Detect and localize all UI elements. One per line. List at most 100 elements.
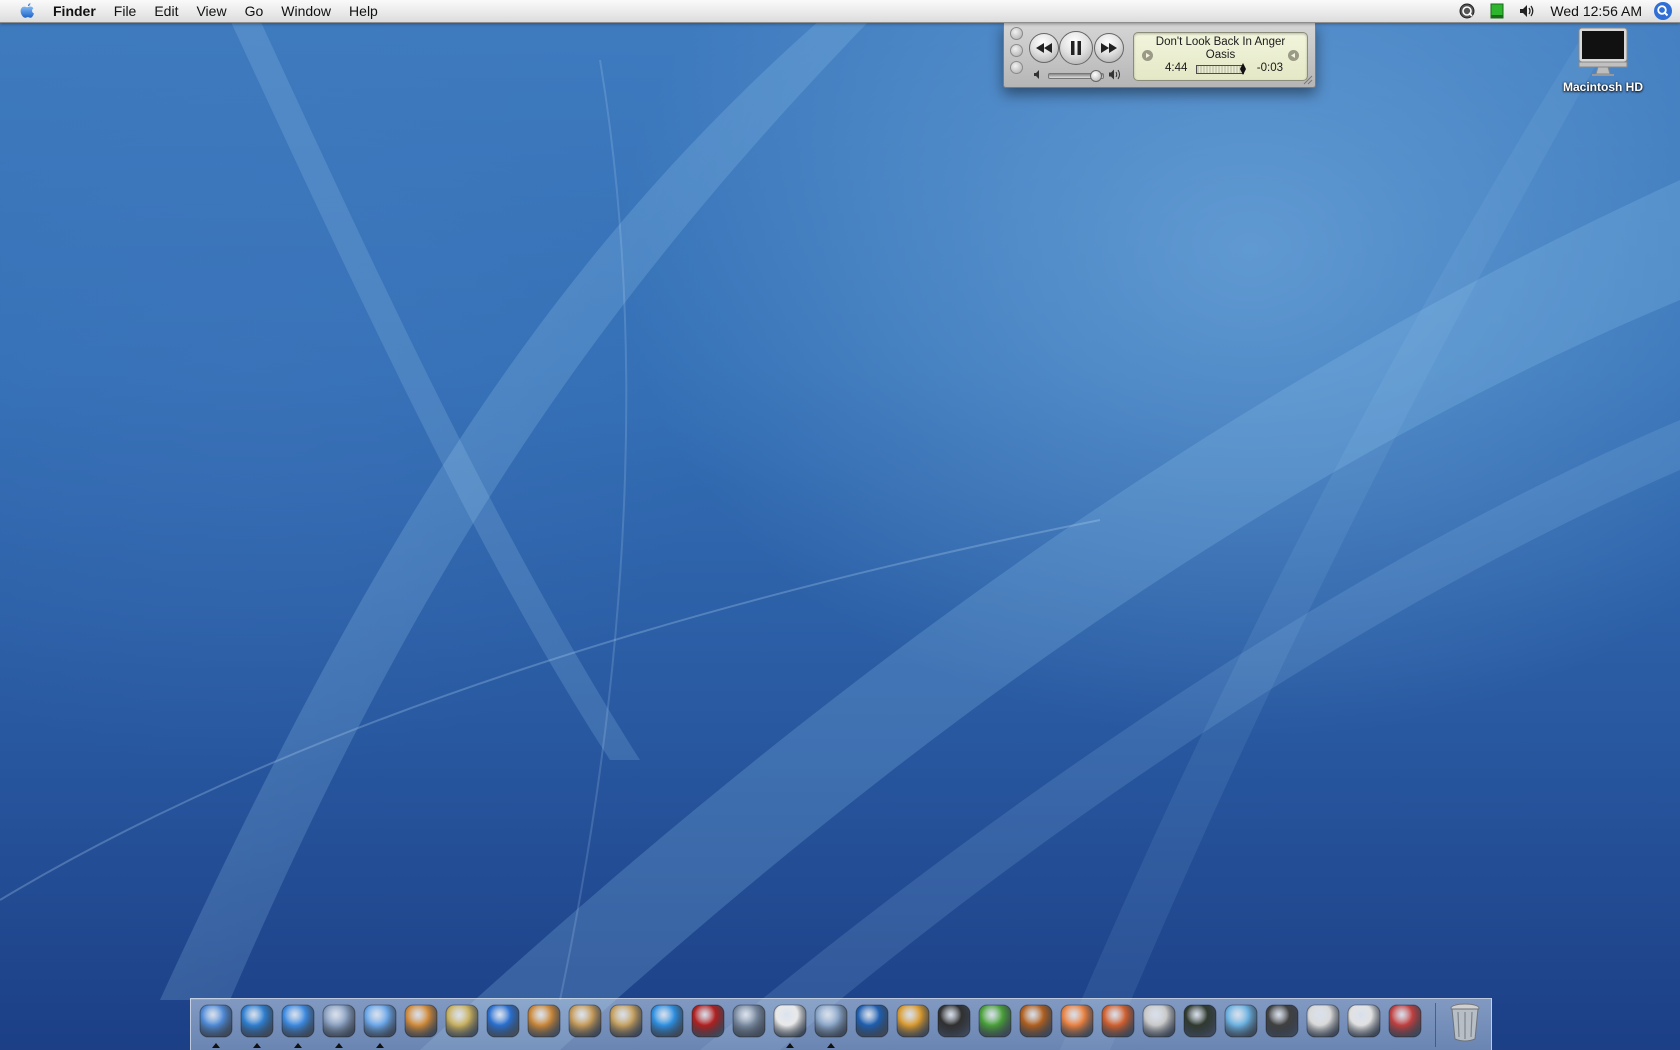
close-button[interactable]: [1010, 27, 1023, 40]
preview-icon: [814, 1004, 847, 1038]
safari-icon: [240, 1004, 273, 1038]
dock-activity-monitor[interactable]: [1179, 1002, 1220, 1048]
dock-utility-app[interactable]: [1384, 1002, 1425, 1048]
track-artist: Oasis: [1205, 49, 1236, 61]
activity-monitor-icon: [1183, 1004, 1216, 1038]
mail-icon: [322, 1004, 355, 1038]
track-title: Don't Look Back In Anger: [1155, 36, 1286, 48]
remaining-time: -0:03: [1256, 62, 1283, 74]
menu-view[interactable]: View: [187, 0, 235, 22]
address-book-icon: [609, 1004, 642, 1038]
photo-booth-icon: [691, 1004, 724, 1038]
ichat-icon: [281, 1004, 314, 1038]
resize-grip-icon[interactable]: [1303, 75, 1313, 85]
dock-textedit[interactable]: [769, 1002, 810, 1048]
dock-quicktime[interactable]: [646, 1002, 687, 1048]
imovie-icon: [445, 1004, 478, 1038]
apple-app-icon: [1347, 1004, 1380, 1038]
dock-automator[interactable]: [728, 1002, 769, 1048]
piggy-bank-icon: [1060, 1004, 1093, 1038]
garageband-icon: [527, 1004, 560, 1038]
desktop[interactable]: Finder File Edit View Go Window Help Wed…: [0, 0, 1680, 1050]
battery-icon[interactable]: [1488, 2, 1506, 20]
hairdryer-app-icon: [978, 1004, 1011, 1038]
menu-help[interactable]: Help: [340, 0, 387, 22]
dock-cog-player[interactable]: [1015, 1002, 1056, 1048]
dock-classic-mac[interactable]: [1138, 1002, 1179, 1048]
dock-preview[interactable]: [810, 1002, 851, 1048]
dock: [190, 998, 1492, 1050]
dock-burn-app[interactable]: [1261, 1002, 1302, 1048]
dock-app-list: [195, 1002, 1425, 1048]
volume-high-icon: [1109, 69, 1120, 80]
volume-icon[interactable]: [1518, 2, 1536, 20]
dock-photo-booth[interactable]: [687, 1002, 728, 1048]
menu-go[interactable]: Go: [236, 0, 273, 22]
dock-umbrella-app[interactable]: [1097, 1002, 1138, 1048]
printer-app-icon: [1306, 1004, 1339, 1038]
dock-fish-app[interactable]: [1220, 1002, 1261, 1048]
dock-hairdryer-app[interactable]: [974, 1002, 1015, 1048]
dock-itunes[interactable]: [359, 1002, 400, 1048]
google-earth-icon: [855, 1004, 888, 1038]
running-indicator: [827, 1043, 835, 1048]
volume-slider-knob[interactable]: [1089, 70, 1102, 82]
dock-printer-app[interactable]: [1302, 1002, 1343, 1048]
track-display[interactable]: Don't Look Back In Anger Oasis 4:44 -0:0…: [1133, 32, 1308, 81]
video-app-icon: [937, 1004, 970, 1038]
finder-icon: [199, 1004, 232, 1038]
apple-menu-icon[interactable]: [17, 1, 37, 21]
spotlight-icon[interactable]: [1652, 0, 1674, 22]
dock-safari[interactable]: [236, 1002, 277, 1048]
dock-google-earth[interactable]: [851, 1002, 892, 1048]
burn-app-icon: [1265, 1004, 1298, 1038]
previous-track-button[interactable]: [1029, 33, 1059, 63]
dock-separator: [1435, 1003, 1436, 1047]
itunes-mini-player[interactable]: Don't Look Back In Anger Oasis 4:44 -0:0…: [1003, 22, 1316, 88]
pause-icon: [1071, 41, 1081, 55]
menu-file[interactable]: File: [105, 0, 146, 22]
itunes-icon: [363, 1004, 396, 1038]
dock-apple-app[interactable]: [1343, 1002, 1384, 1048]
dock-piggy-bank[interactable]: [1056, 1002, 1097, 1048]
dock-mail[interactable]: [318, 1002, 359, 1048]
next-track-button[interactable]: [1094, 33, 1124, 63]
macintosh-hd-label: Macintosh HD: [1562, 80, 1643, 94]
running-indicator: [786, 1043, 794, 1048]
dock-iphoto[interactable]: [400, 1002, 441, 1048]
dock-finder[interactable]: [195, 1002, 236, 1048]
dock-pencil-app[interactable]: [892, 1002, 933, 1048]
dock-ichat[interactable]: [277, 1002, 318, 1048]
utility-app-icon: [1388, 1004, 1421, 1038]
iweb-icon: [568, 1004, 601, 1038]
zoom-button[interactable]: [1010, 61, 1023, 74]
rewind-icon: [1036, 43, 1052, 53]
elapsed-time: 4:44: [1165, 62, 1188, 74]
dock-address-book[interactable]: [605, 1002, 646, 1048]
cog-player-icon: [1019, 1004, 1052, 1038]
wallpaper: [0, 20, 1680, 1050]
macintosh-hd-desktop-icon[interactable]: Macintosh HD: [1553, 26, 1653, 94]
fish-app-icon: [1224, 1004, 1257, 1038]
dock-video-app[interactable]: [933, 1002, 974, 1048]
umbrella-app-icon: [1101, 1004, 1134, 1038]
dock-imovie[interactable]: [441, 1002, 482, 1048]
iphoto-icon: [404, 1004, 437, 1038]
minimize-button[interactable]: [1010, 44, 1023, 57]
imac-icon: [1576, 26, 1630, 78]
menu-edit[interactable]: Edit: [145, 0, 187, 22]
progress-bar[interactable]: [1196, 63, 1246, 75]
classic-mac-icon: [1142, 1004, 1175, 1038]
dock-idvd[interactable]: [482, 1002, 523, 1048]
dock-iweb[interactable]: [564, 1002, 605, 1048]
progress-knob[interactable]: [1239, 63, 1246, 75]
running-indicator: [253, 1043, 261, 1048]
quicksilver-icon[interactable]: [1458, 2, 1476, 20]
volume-slider[interactable]: [1048, 70, 1104, 82]
menu-clock[interactable]: Wed 12:56 AM: [1550, 3, 1642, 19]
trash-icon[interactable]: [1444, 1002, 1485, 1048]
dock-garageband[interactable]: [523, 1002, 564, 1048]
menu-window[interactable]: Window: [272, 0, 340, 22]
menu-app-finder[interactable]: Finder: [53, 0, 105, 22]
pause-button[interactable]: [1059, 31, 1093, 65]
